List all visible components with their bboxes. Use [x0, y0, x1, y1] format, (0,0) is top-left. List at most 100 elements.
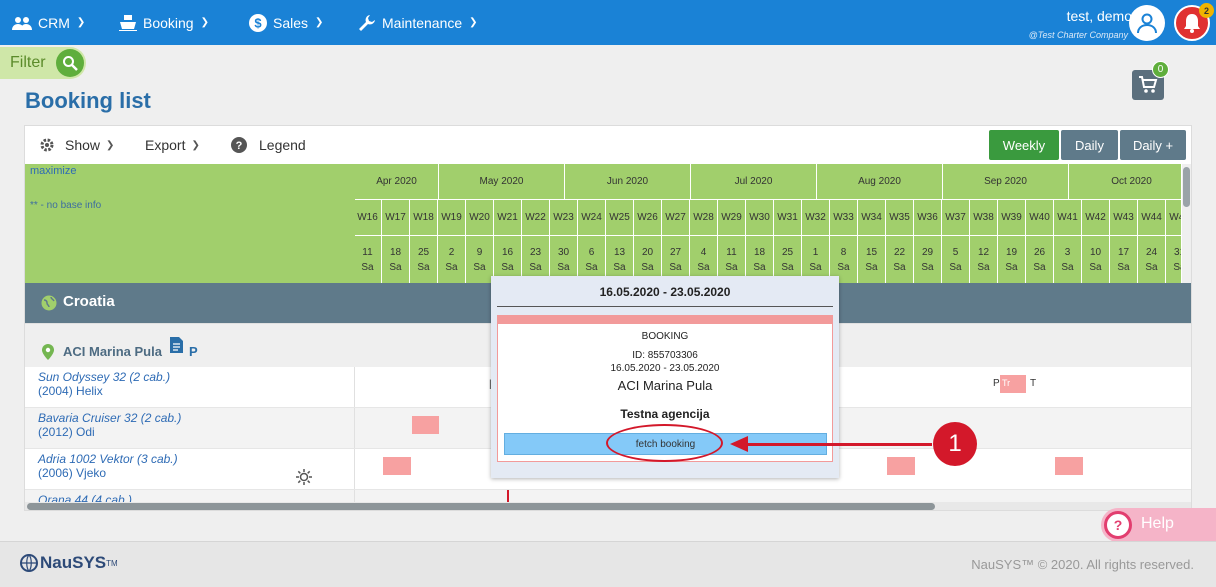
show-label: Show: [65, 137, 101, 153]
week-header: W19: [438, 200, 466, 236]
day-number: 15: [865, 246, 878, 258]
week-header: W37: [942, 200, 970, 236]
day-weekday: Sa: [1005, 261, 1018, 273]
booking-id: ID: 855703306: [632, 350, 698, 361]
popup-dates: 16.05.2020 - 23.05.2020: [599, 285, 731, 299]
day-header: 31 Sa: [1166, 236, 1181, 283]
bell-icon: [1184, 14, 1200, 33]
week-header: W45: [1166, 200, 1181, 236]
week-header: W43: [1110, 200, 1138, 236]
day-header: 12 Sa: [970, 236, 998, 283]
filter-button[interactable]: Filter: [0, 47, 86, 79]
day-weekday: Sa: [949, 261, 962, 273]
yacht-name-cell[interactable]: Sun Odyssey 32 (2 cab.) (2004) Helix: [25, 367, 355, 407]
day-weekday: Sa: [781, 261, 794, 273]
nav-booking[interactable]: Booking ❯: [119, 0, 209, 45]
day-header: 17 Sa: [1110, 236, 1138, 283]
day-weekday: Sa: [389, 261, 402, 273]
day-number: 11: [362, 246, 373, 258]
day-header: 5 Sa: [942, 236, 970, 283]
day-header: 2 Sa: [438, 236, 466, 283]
globe-icon: [41, 295, 57, 311]
cart-count-badge: 0: [1152, 61, 1169, 78]
day-number: 18: [753, 246, 766, 258]
region-label: Croatia: [63, 293, 115, 310]
week-header: W18: [410, 200, 438, 236]
day-weekday: Sa: [417, 261, 430, 273]
day-weekday: Sa: [1145, 261, 1158, 273]
day-number: 20: [641, 246, 654, 258]
day-number: 16: [501, 246, 514, 258]
view-daily-button[interactable]: Daily: [1061, 130, 1118, 160]
chevron-down-icon: ❯: [191, 139, 200, 151]
day-header: 9 Sa: [466, 236, 494, 283]
nav-maintenance[interactable]: Maintenance ❯: [358, 0, 478, 45]
month-header: May 2020: [439, 164, 565, 200]
filter-label: Filter: [10, 54, 46, 71]
yacht-name-cell[interactable]: Bavaria Cruiser 32 (2 cab.) (2012) Odi: [25, 408, 355, 448]
annotation-arrowhead: [730, 436, 748, 452]
legend-button[interactable]: ? Legend: [231, 134, 306, 156]
vertical-scrollbar-thumb[interactable]: [1183, 167, 1190, 207]
chevron-down-icon: ❯: [469, 17, 478, 28]
no-base-info-note: ** - no base info: [30, 200, 102, 211]
chevron-down-icon: ❯: [106, 139, 115, 151]
day-header: 19 Sa: [998, 236, 1026, 283]
day-weekday: Sa: [613, 261, 626, 273]
show-menu[interactable]: Show ❯: [39, 134, 114, 156]
notifications-badge: 2: [1199, 3, 1214, 18]
day-weekday: Sa: [753, 261, 766, 273]
week-header: W32: [802, 200, 830, 236]
footer: NauSYS TM NauSYS™ © 2020. All rights rese…: [0, 541, 1216, 587]
day-header: 22 Sa: [886, 236, 914, 283]
booking-block[interactable]: [383, 457, 411, 475]
booking-block[interactable]: [887, 457, 915, 475]
yacht-model: Adria 1002 Vektor (3 cab.): [38, 452, 178, 466]
nav-sales-label: Sales: [273, 14, 309, 31]
month-header: Oct 2020: [1069, 164, 1181, 200]
month-header: Apr 2020: [355, 164, 439, 200]
day-weekday: Sa: [865, 261, 878, 273]
booking-block[interactable]: Tr: [1000, 375, 1026, 393]
week-header: W36: [914, 200, 942, 236]
week-header: W31: [774, 200, 802, 236]
user-avatar-button[interactable]: [1129, 5, 1165, 41]
nav-crm[interactable]: CRM ❯: [12, 0, 85, 45]
marina-label: ACI Marina Pula: [63, 344, 162, 359]
day-weekday: Sa: [641, 261, 654, 273]
view-daily-plus-button[interactable]: Daily +: [1120, 130, 1186, 160]
help-button[interactable]: ? Help: [1101, 508, 1216, 542]
map-pin-icon: [42, 344, 54, 360]
ship-icon: [119, 14, 137, 31]
booking-block[interactable]: [412, 416, 439, 434]
week-header: W24: [578, 200, 606, 236]
day-weekday: Sa: [557, 261, 570, 273]
yacht-year-name: (2004) Helix: [38, 384, 103, 398]
cart-icon: [1139, 76, 1158, 93]
nav-sales[interactable]: $ Sales ❯: [249, 0, 323, 45]
view-weekly-button[interactable]: Weekly: [989, 130, 1059, 160]
day-header: 18 Sa: [382, 236, 410, 283]
maximize-link[interactable]: maximize: [30, 165, 76, 177]
day-number: 12: [977, 246, 990, 258]
day-number: 8: [840, 246, 847, 258]
day-number: 29: [921, 246, 934, 258]
document-icon[interactable]: [170, 337, 183, 353]
export-menu[interactable]: Export ❯: [145, 134, 200, 156]
yacht-model: Sun Odyssey 32 (2 cab.): [38, 370, 171, 384]
month-header: Sep 2020: [943, 164, 1069, 200]
day-number: 5: [952, 246, 959, 258]
day-number: 19: [1005, 246, 1018, 258]
search-icon: [56, 49, 84, 77]
week-header: W29: [718, 200, 746, 236]
day-header: 26 Sa: [1026, 236, 1054, 283]
week-header: W28: [690, 200, 718, 236]
gear-icon: [40, 138, 54, 152]
horizontal-scrollbar-thumb[interactable]: [27, 503, 935, 510]
day-number: 26: [1033, 246, 1046, 258]
booking-block[interactable]: [1055, 457, 1083, 475]
day-header: 24 Sa: [1138, 236, 1166, 283]
user-company: @Test Charter Company: [1028, 30, 1128, 40]
user-name[interactable]: test, demo: [1067, 8, 1132, 24]
week-header: W44: [1138, 200, 1166, 236]
